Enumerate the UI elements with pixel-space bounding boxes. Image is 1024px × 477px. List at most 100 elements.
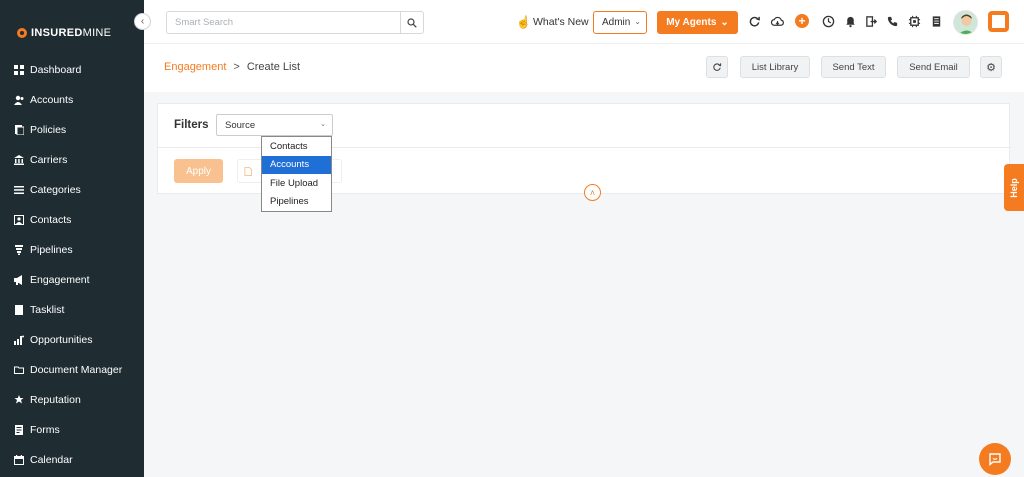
- refresh-icon[interactable]: [747, 14, 761, 28]
- reputation-icon: [14, 395, 24, 405]
- folder-icon: [14, 365, 24, 375]
- chevron-double-up-icon: ˄: [589, 187, 596, 198]
- breadcrumb: Engagement > Create List: [164, 61, 300, 73]
- collapse-filters-button[interactable]: ˄: [584, 184, 601, 201]
- option-pipelines[interactable]: Pipelines: [262, 193, 331, 212]
- carriers-icon: [14, 155, 24, 165]
- sidebar-item-label: Calendar: [30, 454, 73, 466]
- sidebar-item-label: Categories: [30, 184, 81, 196]
- sidebar-item-label: Pipelines: [30, 244, 73, 256]
- phone-icon[interactable]: [885, 14, 899, 28]
- sidebar-item-label: Forms: [30, 424, 60, 436]
- sidebar-item-engagement[interactable]: Engagement: [0, 265, 144, 295]
- opportunities-icon: [14, 335, 24, 345]
- avatar[interactable]: [953, 10, 978, 35]
- chevron-left-icon: ‹: [140, 16, 145, 27]
- app-switcher-icon[interactable]: [988, 11, 1009, 32]
- whats-new-label: What's New: [532, 16, 589, 28]
- chevron-down-icon: ⌄: [720, 17, 729, 28]
- admin-select-value: Admin: [602, 17, 631, 28]
- sidebar-item-contacts[interactable]: Contacts: [0, 205, 144, 235]
- sidebar: INSUREDMINE Dashboard Accounts Policies …: [0, 0, 144, 477]
- chevron-down-icon: ⌄: [634, 17, 641, 26]
- sidebar-nav: Dashboard Accounts Policies Carriers Cat…: [0, 55, 144, 475]
- sidebar-item-label: Contacts: [30, 214, 72, 226]
- refresh-icon: [713, 63, 722, 71]
- forms-icon: [14, 425, 24, 435]
- refresh-button[interactable]: [706, 56, 728, 78]
- sidebar-item-calendar[interactable]: Calendar: [0, 445, 144, 475]
- cloud-icon[interactable]: [770, 14, 784, 28]
- accounts-icon: [14, 95, 24, 105]
- contacts-icon: [14, 215, 24, 225]
- brand-name-light: MINE: [82, 27, 112, 39]
- sidebar-item-label: Carriers: [30, 154, 68, 166]
- source-select-value: Source: [225, 119, 256, 131]
- chip-icon[interactable]: [907, 14, 921, 28]
- breadcrumb-engagement[interactable]: Engagement: [164, 61, 226, 73]
- categories-icon: [14, 185, 24, 195]
- sidebar-item-label: Engagement: [30, 274, 90, 286]
- sidebar-item-label: Document Manager: [30, 364, 123, 376]
- send-email-button[interactable]: Send Email: [897, 56, 970, 78]
- sidebar-item-label: Opportunities: [30, 334, 93, 346]
- brand-name-bold: INSURED: [31, 27, 83, 39]
- sidebar-item-pipelines[interactable]: Pipelines: [0, 235, 144, 265]
- logout-icon[interactable]: [864, 14, 878, 28]
- bell-icon[interactable]: [843, 14, 857, 28]
- sidebar-item-label: Tasklist: [30, 304, 65, 316]
- breadcrumb-separator: >: [233, 61, 240, 73]
- sidebar-item-document-manager[interactable]: Document Manager: [0, 355, 144, 385]
- admin-select[interactable]: Admin ⌄: [593, 11, 647, 34]
- logo-icon: [17, 28, 27, 38]
- help-label: Help: [1008, 177, 1019, 198]
- list-icon[interactable]: [929, 14, 943, 28]
- calendar-icon: [14, 455, 24, 465]
- send-text-button[interactable]: Send Text: [821, 56, 886, 78]
- option-accounts[interactable]: Accounts: [262, 155, 331, 174]
- sidebar-item-dashboard[interactable]: Dashboard: [0, 55, 144, 85]
- pipelines-icon: [14, 245, 24, 255]
- whats-new-link[interactable]: ☝ What's New: [516, 15, 589, 29]
- page-title: Create List: [246, 61, 301, 73]
- list-library-button[interactable]: List Library: [740, 56, 810, 78]
- policies-icon: [14, 125, 24, 135]
- chevron-down-icon: ⌄: [320, 121, 326, 128]
- option-file-upload[interactable]: File Upload: [262, 174, 331, 193]
- sidebar-item-categories[interactable]: Categories: [0, 175, 144, 205]
- page-header: Engagement > Create List List Library Se…: [144, 44, 1024, 92]
- sidebar-item-label: Reputation: [30, 394, 81, 406]
- search-input[interactable]: [167, 12, 400, 33]
- sidebar-item-reputation[interactable]: Reputation: [0, 385, 144, 415]
- smart-search: [166, 11, 424, 34]
- filters-label: Filters: [174, 119, 209, 131]
- sidebar-item-opportunities[interactable]: Opportunities: [0, 325, 144, 355]
- brand-logo[interactable]: INSUREDMINE: [17, 26, 111, 40]
- chat-button[interactable]: [979, 443, 1011, 475]
- document-icon: [244, 166, 253, 176]
- sidebar-collapse-button[interactable]: ‹: [134, 13, 151, 30]
- my-agents-button[interactable]: My Agents ⌄: [657, 11, 738, 34]
- source-dropdown-list: Contacts Accounts File Upload Pipelines: [261, 136, 332, 212]
- settings-button[interactable]: ⚙: [980, 56, 1002, 78]
- sidebar-item-label: Policies: [30, 124, 67, 136]
- gear-icon: ⚙: [986, 61, 996, 74]
- sidebar-item-accounts[interactable]: Accounts: [0, 85, 144, 115]
- sidebar-item-carriers[interactable]: Carriers: [0, 145, 144, 175]
- search-button[interactable]: [400, 12, 423, 33]
- help-tab[interactable]: Help: [1004, 164, 1024, 211]
- dashboard-icon: [14, 65, 24, 75]
- my-agents-label: My Agents: [666, 17, 717, 28]
- source-select[interactable]: Source ⌄: [216, 114, 333, 136]
- topbar: ☝ What's New Admin ⌄ My Agents ⌄ +: [144, 0, 1024, 44]
- add-icon[interactable]: +: [795, 14, 809, 28]
- sidebar-item-policies[interactable]: Policies: [0, 115, 144, 145]
- apply-button[interactable]: Apply: [174, 159, 223, 183]
- sidebar-item-forms[interactable]: Forms: [0, 415, 144, 445]
- clock-icon[interactable]: [821, 14, 835, 28]
- sidebar-item-tasklist[interactable]: Tasklist: [0, 295, 144, 325]
- option-contacts[interactable]: Contacts: [262, 137, 331, 156]
- hand-icon: ☝: [516, 15, 531, 29]
- engagement-icon: [14, 275, 24, 285]
- chat-icon: [989, 453, 1001, 466]
